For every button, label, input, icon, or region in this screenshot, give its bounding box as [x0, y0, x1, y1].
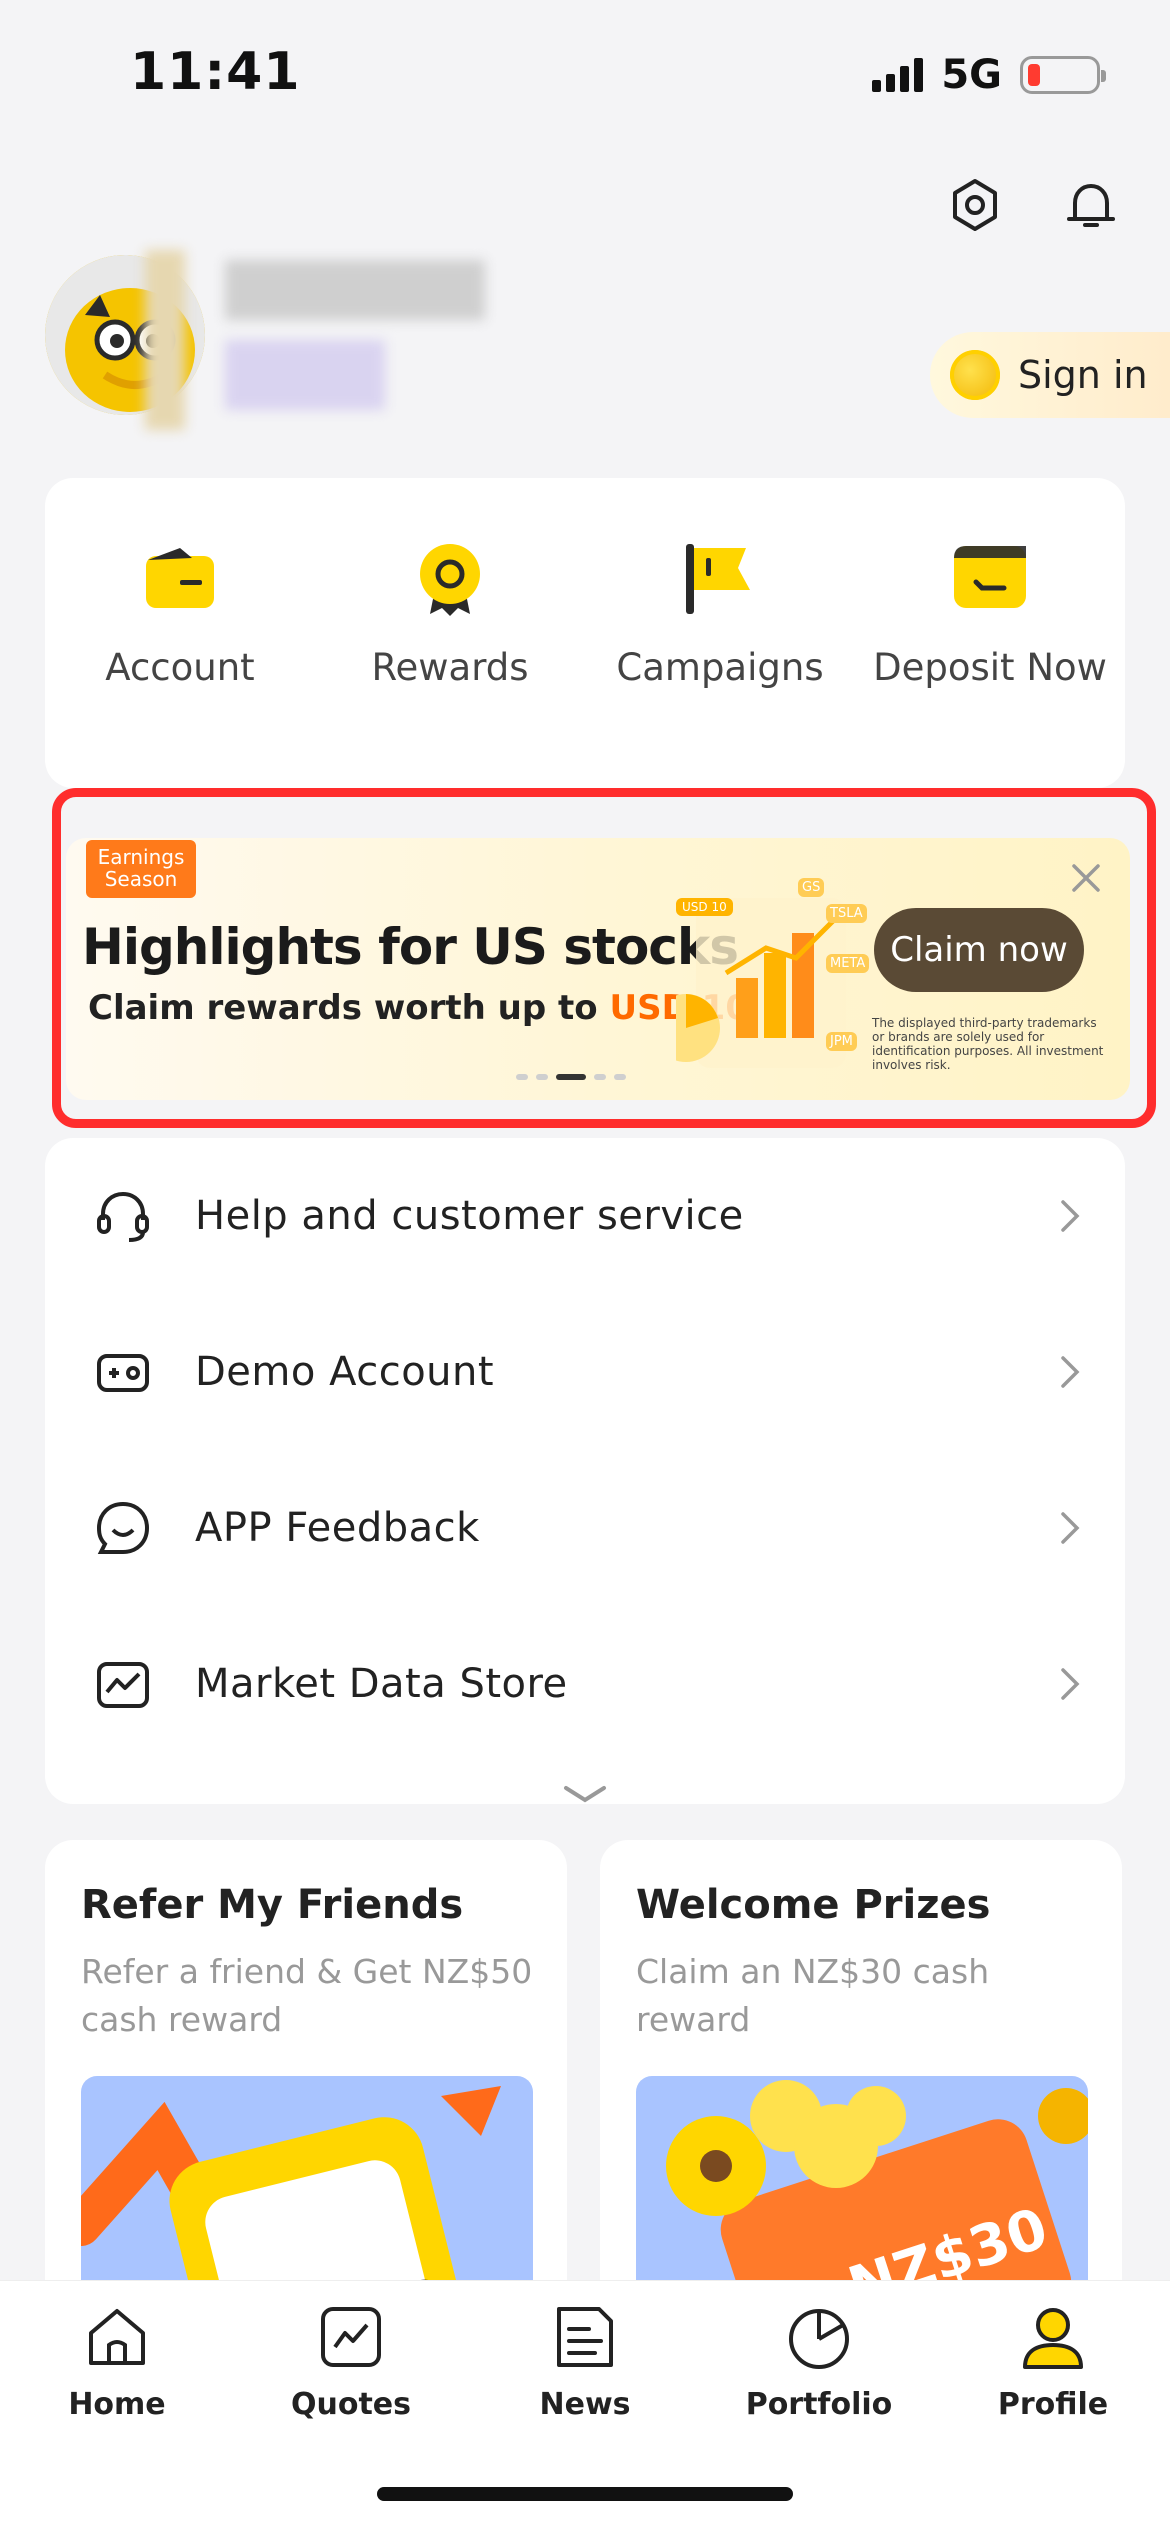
chart-icon — [93, 1654, 153, 1714]
tab-label: News — [539, 2387, 631, 2422]
promo-title: Refer My Friends — [81, 1882, 464, 1928]
chart-label: TSLA — [826, 904, 867, 923]
quotes-icon — [315, 2301, 387, 2373]
promo-description: Claim an NZ$30 cash reward — [636, 1952, 990, 2039]
tab-label: Home — [68, 2387, 166, 2422]
banner-subtitle-text: Claim rewards worth up to — [88, 988, 610, 1028]
sign-in-button[interactable]: Sign in — [930, 332, 1170, 418]
chevron-right-icon — [1061, 1668, 1080, 1700]
home-icon — [81, 2301, 153, 2373]
quick-action-label: Deposit Now — [873, 646, 1107, 689]
deposit-icon — [950, 538, 1030, 618]
portfolio-icon — [783, 2301, 855, 2373]
tab-profile[interactable]: Profile — [936, 2301, 1170, 2422]
news-icon — [549, 2301, 621, 2373]
sign-in-label: Sign in — [1018, 353, 1148, 397]
promo-banner[interactable]: Earnings Season Highlights for US stocks… — [66, 838, 1130, 1100]
feedback-icon — [93, 1498, 153, 1558]
gamepad-icon — [93, 1342, 153, 1402]
status-time: 11:41 — [130, 42, 301, 102]
coin-icon — [950, 350, 1000, 400]
menu-item-app-feedback[interactable]: APP Feedback — [45, 1450, 1125, 1606]
chart-label: GS — [798, 878, 825, 897]
tab-quotes[interactable]: Quotes — [234, 2301, 468, 2422]
carousel-indicator — [516, 1074, 626, 1080]
menu-item-label: Market Data Store — [195, 1661, 568, 1707]
promo-description: Refer a friend & Get NZ$50 cash reward — [81, 1952, 533, 2039]
menu-item-label: APP Feedback — [195, 1505, 480, 1551]
status-indicators: 5G — [872, 52, 1106, 98]
menu-item-market-data-store[interactable]: Market Data Store — [45, 1606, 1125, 1762]
carousel-dot — [594, 1074, 606, 1080]
claim-now-button[interactable]: Claim now — [874, 908, 1084, 992]
wallet-icon — [140, 538, 220, 618]
quick-action-deposit[interactable]: Deposit Now — [855, 478, 1125, 788]
medal-icon — [410, 538, 490, 618]
carousel-dot — [516, 1074, 528, 1080]
tab-portfolio[interactable]: Portfolio — [702, 2301, 936, 2422]
network-type: 5G — [941, 52, 1002, 98]
quick-action-rewards[interactable]: Rewards — [315, 478, 585, 788]
flag-icon — [680, 538, 760, 618]
quick-action-label: Account — [105, 646, 255, 689]
close-icon[interactable] — [1066, 858, 1106, 898]
banner-title: Highlights for US stocks — [82, 918, 739, 976]
tab-home[interactable]: Home — [0, 2301, 234, 2422]
chart-label: JPM — [826, 1032, 857, 1051]
menu-item-label: Help and customer service — [195, 1193, 744, 1239]
banner-subtitle: Claim rewards worth up to USD 10 — [88, 988, 749, 1028]
menu-item-help[interactable]: Help and customer service — [45, 1138, 1125, 1294]
chevron-right-icon — [1061, 1356, 1080, 1388]
quick-action-account[interactable]: Account — [45, 478, 315, 788]
tab-label: Profile — [997, 2387, 1109, 2422]
profile-icon — [1017, 2301, 1089, 2373]
chevron-right-icon — [1061, 1200, 1080, 1232]
banner-disclaimer: The displayed third-party trademarks or … — [872, 1016, 1104, 1072]
menu-item-label: Demo Account — [195, 1349, 495, 1395]
quick-action-label: Rewards — [371, 646, 529, 689]
menu-item-demo-account[interactable]: Demo Account — [45, 1294, 1125, 1450]
chevron-down-icon[interactable] — [560, 1780, 610, 1810]
signal-icon — [872, 58, 924, 92]
carousel-dot — [536, 1074, 548, 1080]
quick-action-label: Campaigns — [616, 646, 824, 689]
carousel-dot-active — [556, 1074, 586, 1080]
tab-label: Quotes — [290, 2387, 411, 2422]
quick-action-campaigns[interactable]: Campaigns — [585, 478, 855, 788]
settings-menu: Help and customer service Demo Account A… — [45, 1138, 1125, 1804]
chart-label: META — [826, 954, 870, 973]
tab-news[interactable]: News — [468, 2301, 702, 2422]
settings-icon[interactable] — [940, 170, 1010, 240]
username-redacted — [145, 240, 535, 430]
home-indicator[interactable] — [377, 2487, 793, 2501]
quick-actions-card: Account Rewards Campaigns Deposit Now — [45, 478, 1125, 788]
chart-label: USD 10 — [676, 898, 733, 916]
chevron-right-icon — [1061, 1512, 1080, 1544]
tab-label: Portfolio — [745, 2387, 893, 2422]
banner-tag: Earnings Season — [86, 840, 196, 898]
banner-chart-illustration: USD 10 GS TSLA META JPM — [652, 878, 870, 1078]
carousel-dot — [614, 1074, 626, 1080]
headset-icon — [93, 1186, 153, 1246]
bell-icon[interactable] — [1056, 170, 1126, 240]
battery-icon — [1020, 56, 1106, 94]
promo-title: Welcome Prizes — [636, 1882, 991, 1928]
